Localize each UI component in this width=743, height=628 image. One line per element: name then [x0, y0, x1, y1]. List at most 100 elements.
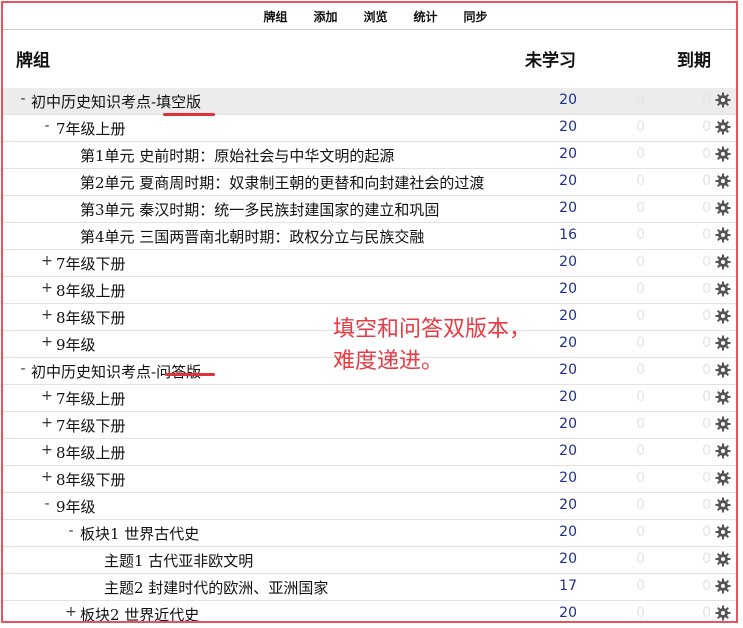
expand-toggle[interactable]: +	[40, 280, 54, 296]
deck-name-link[interactable]: 8年级下册	[56, 307, 126, 328]
gear-icon[interactable]	[715, 281, 731, 297]
gear-icon[interactable]	[715, 119, 731, 135]
gear-icon[interactable]	[715, 92, 731, 108]
gear-icon[interactable]	[715, 551, 731, 567]
deck-name-link[interactable]: 第1单元 史前时期：原始社会与中华文明的起源	[80, 145, 394, 166]
due-count: 0	[702, 605, 711, 621]
gear-icon[interactable]	[715, 335, 731, 351]
tab-sync[interactable]: 同步	[451, 8, 501, 25]
deck-name-link[interactable]: 初中历史知识考点-问答版	[31, 361, 201, 382]
gear-icon[interactable]	[715, 389, 731, 405]
gear-icon[interactable]	[715, 173, 731, 189]
learn-count: 0	[636, 335, 645, 351]
gear-icon[interactable]	[715, 578, 731, 594]
learn-count: 0	[636, 92, 645, 108]
deck-name-link[interactable]: 板块2 世界近代史	[80, 604, 199, 621]
gear-icon[interactable]	[715, 416, 731, 432]
learn-count: 0	[636, 200, 645, 216]
expand-toggle[interactable]: +	[40, 442, 54, 458]
gear-icon[interactable]	[715, 470, 731, 486]
due-count: 0	[702, 578, 711, 594]
collapse-toggle[interactable]: -	[40, 496, 54, 512]
gear-icon[interactable]	[715, 524, 731, 540]
new-count: 20	[559, 470, 577, 486]
collapse-toggle[interactable]: -	[64, 523, 78, 539]
new-count: 16	[559, 227, 577, 243]
due-count: 0	[702, 146, 711, 162]
highlight-underline	[163, 113, 215, 116]
new-count: 20	[559, 551, 577, 567]
expand-toggle[interactable]: +	[40, 334, 54, 350]
learn-count: 0	[636, 119, 645, 135]
deck-row: 第4单元 三国两晋南北朝时期：政权分立与民族交融 16 0 0	[3, 223, 736, 250]
new-count: 20	[559, 308, 577, 324]
new-count: 20	[559, 281, 577, 297]
new-count: 20	[559, 200, 577, 216]
deck-name-link[interactable]: 7年级下册	[56, 253, 126, 274]
new-count: 20	[559, 335, 577, 351]
annotation-text: 填空和问答双版本， 难度递进。	[333, 314, 531, 378]
deck-table-header: 牌组 未学习 到期	[3, 30, 736, 86]
expand-toggle[interactable]: +	[40, 388, 54, 404]
deck-name-link[interactable]: 第4单元 三国两晋南北朝时期：政权分立与民族交融	[80, 226, 424, 247]
gear-icon[interactable]	[715, 146, 731, 162]
deck-row: 第1单元 史前时期：原始社会与中华文明的起源 20 0 0	[3, 142, 736, 169]
due-count: 0	[702, 308, 711, 324]
deck-row: +7年级下册 20 0 0	[3, 412, 736, 439]
deck-name-link[interactable]: 第3单元 秦汉时期：统一多民族封建国家的建立和巩固	[80, 199, 439, 220]
column-header-due: 到期	[677, 51, 711, 71]
deck-name-link[interactable]: 8年级上册	[56, 442, 126, 463]
new-count: 20	[559, 362, 577, 378]
gear-icon[interactable]	[715, 254, 731, 270]
deck-name-link[interactable]: 主题1 古代亚非欧文明	[104, 550, 253, 571]
learn-count: 0	[636, 308, 645, 324]
deck-name-link[interactable]: 第2单元 夏商周时期：奴隶制王朝的更替和向封建社会的过渡	[80, 172, 484, 193]
deck-row: +8年级上册 20 0 0	[3, 277, 736, 304]
due-count: 0	[702, 335, 711, 351]
deck-name-link[interactable]: 初中历史知识考点-填空版	[31, 91, 201, 112]
collapse-toggle[interactable]: -	[16, 361, 30, 377]
learn-count: 0	[636, 497, 645, 513]
gear-icon[interactable]	[715, 605, 731, 621]
gear-icon[interactable]	[715, 200, 731, 216]
deck-name-link[interactable]: 7年级上册	[56, 118, 126, 139]
due-count: 0	[702, 470, 711, 486]
deck-name-link[interactable]: 板块1 世界古代史	[80, 523, 199, 544]
tab-stats[interactable]: 统计	[401, 8, 451, 25]
deck-row: 第2单元 夏商周时期：奴隶制王朝的更替和向封建社会的过渡 20 0 0	[3, 169, 736, 196]
deck-row: 第3单元 秦汉时期：统一多民族封建国家的建立和巩固 20 0 0	[3, 196, 736, 223]
new-count: 20	[559, 254, 577, 270]
expand-toggle[interactable]: +	[40, 469, 54, 485]
new-count: 20	[559, 389, 577, 405]
due-count: 0	[702, 119, 711, 135]
tab-browse[interactable]: 浏览	[350, 8, 400, 25]
gear-icon[interactable]	[715, 227, 731, 243]
deck-name-link[interactable]: 9年级	[56, 496, 96, 517]
expand-toggle[interactable]: +	[40, 307, 54, 323]
expand-toggle[interactable]: +	[64, 604, 78, 620]
gear-icon[interactable]	[715, 443, 731, 459]
collapse-toggle[interactable]: -	[40, 118, 54, 134]
new-count: 20	[559, 443, 577, 459]
gear-icon[interactable]	[715, 362, 731, 378]
expand-toggle[interactable]: +	[40, 253, 54, 269]
due-count: 0	[702, 524, 711, 540]
gear-icon[interactable]	[715, 497, 731, 513]
new-count: 20	[559, 416, 577, 432]
collapse-toggle[interactable]: -	[16, 91, 30, 107]
tab-decks[interactable]: 牌组	[250, 8, 300, 25]
tab-add[interactable]: 添加	[300, 8, 350, 25]
deck-name-link[interactable]: 7年级上册	[56, 388, 126, 409]
deck-name-link[interactable]: 7年级下册	[56, 415, 126, 436]
deck-row: - 初中历史知识考点-填空版 20 0 0	[3, 88, 736, 115]
expand-toggle[interactable]: +	[40, 415, 54, 431]
learn-count: 0	[636, 443, 645, 459]
new-count: 20	[559, 524, 577, 540]
deck-name-link[interactable]: 主题2 封建时代的欧洲、亚洲国家	[104, 577, 328, 598]
deck-name-link[interactable]: 9年级	[56, 334, 96, 355]
deck-name-link[interactable]: 8年级上册	[56, 280, 126, 301]
gear-icon[interactable]	[715, 308, 731, 324]
learn-count: 0	[636, 389, 645, 405]
new-count: 20	[559, 92, 577, 108]
deck-name-link[interactable]: 8年级下册	[56, 469, 126, 490]
